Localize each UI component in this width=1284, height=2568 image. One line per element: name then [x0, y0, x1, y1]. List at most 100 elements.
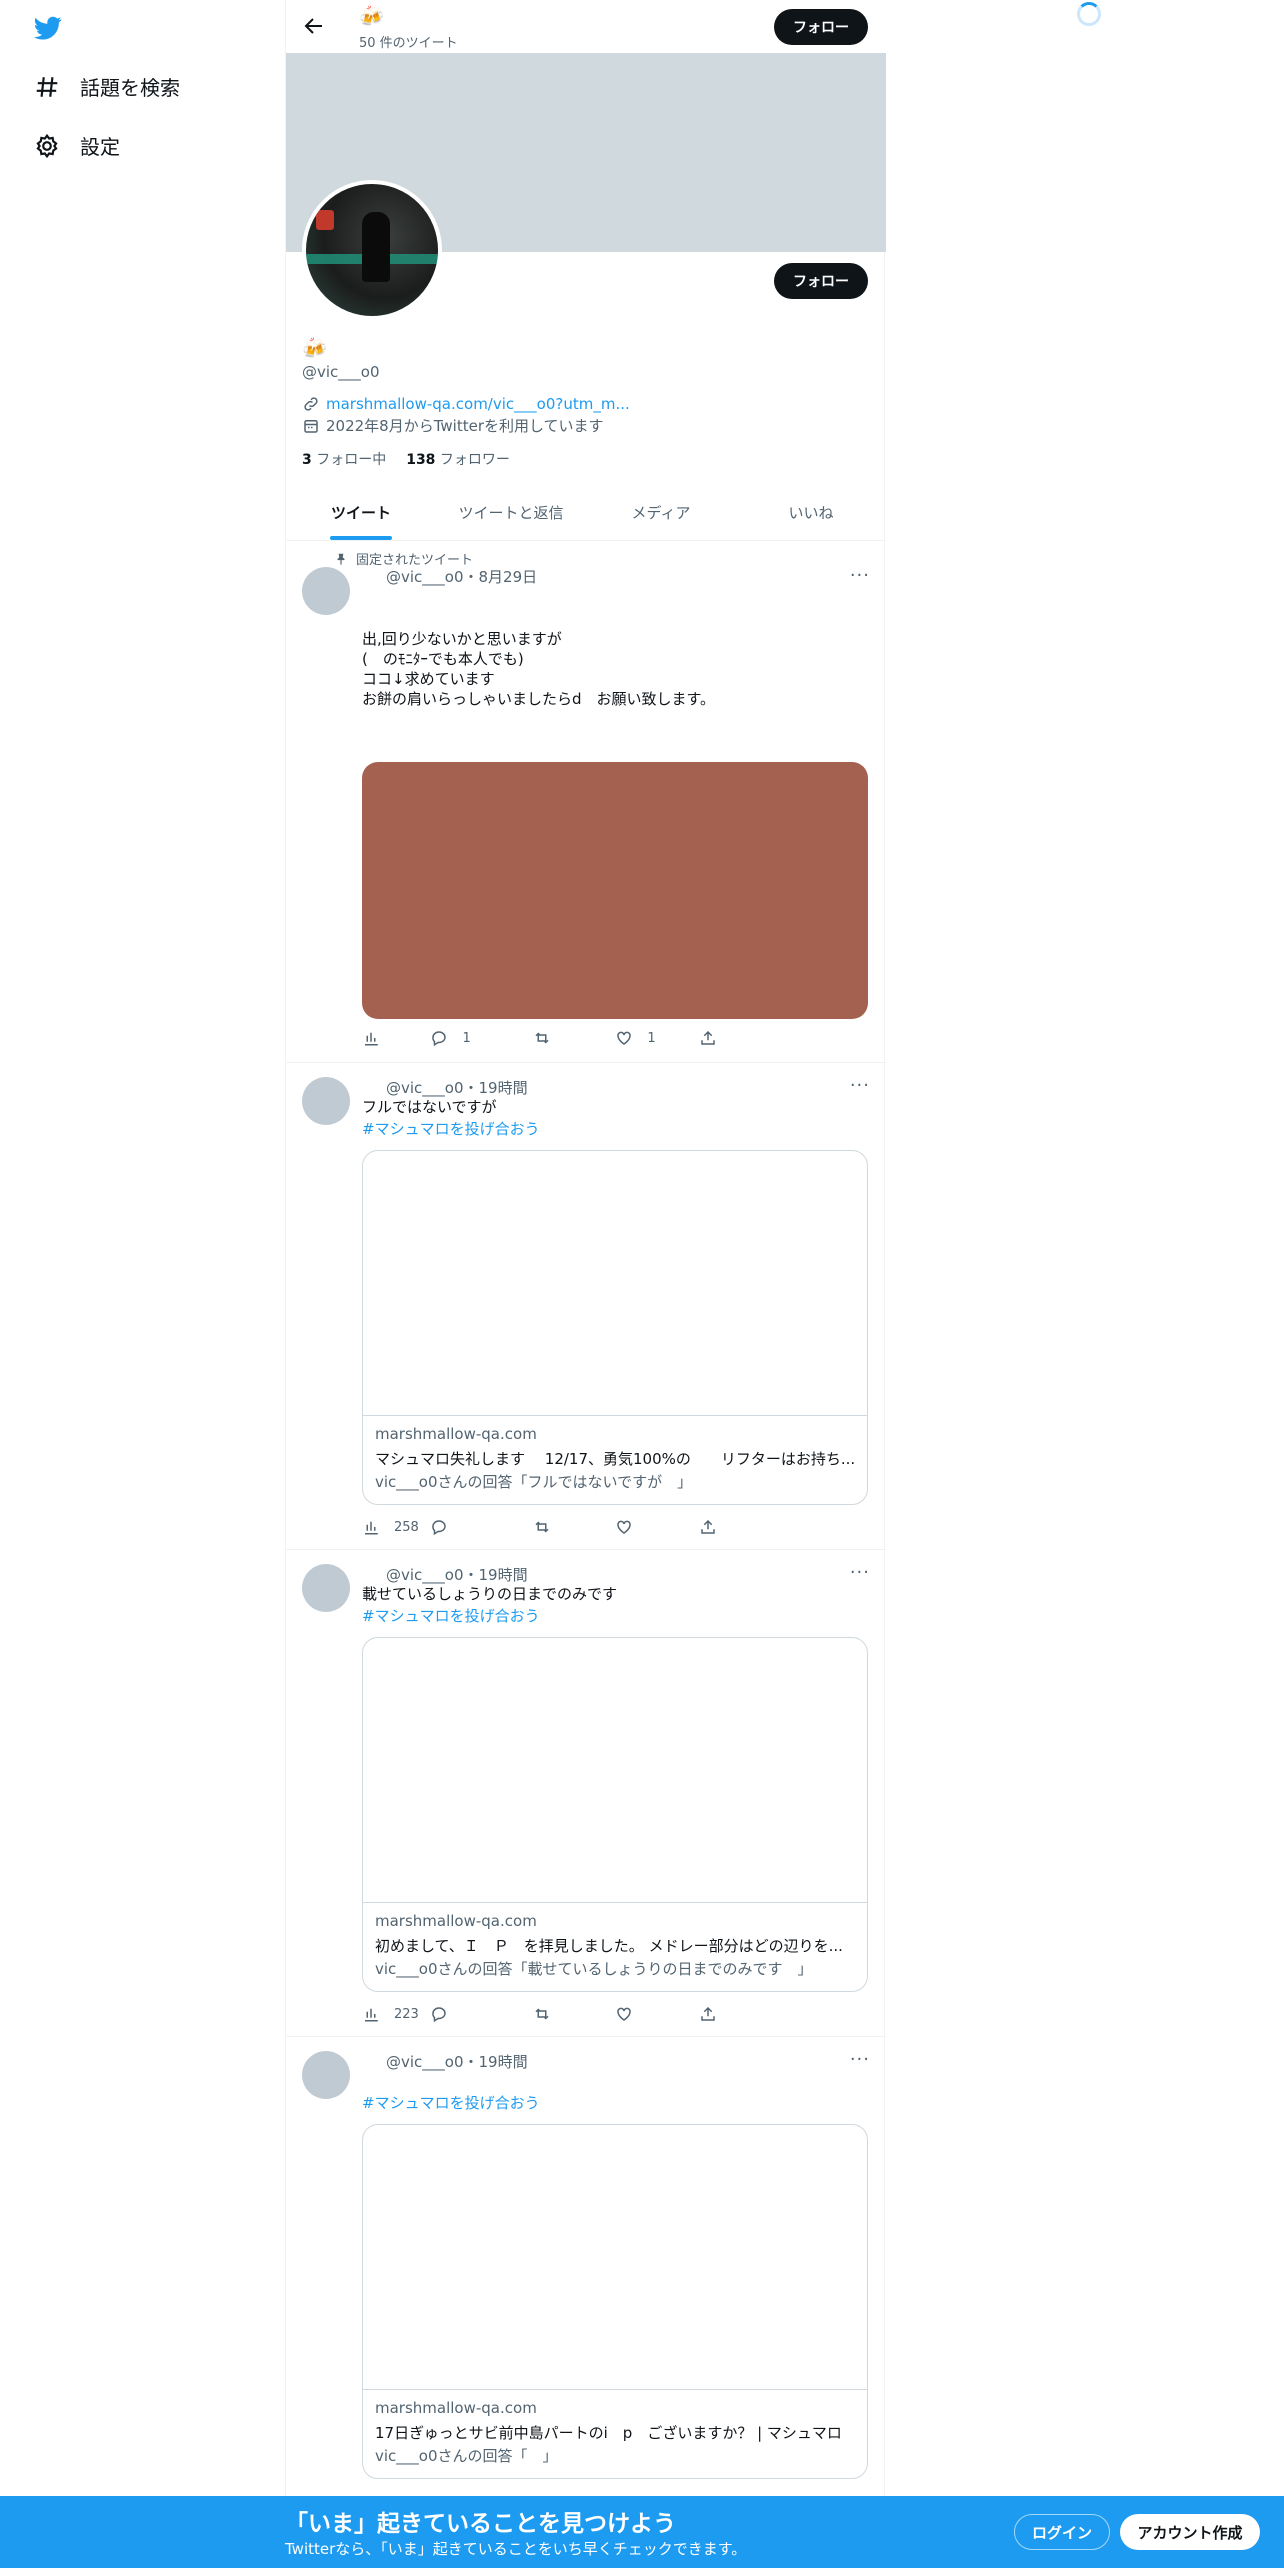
like-button[interactable]	[615, 1518, 699, 1536]
profile-website: marshmallow-qa.com/vic___o0?utm_m...	[302, 395, 630, 413]
more-icon[interactable]: ···	[850, 565, 870, 586]
twitter-logo-icon[interactable]	[32, 14, 64, 42]
heart-icon	[617, 2007, 632, 2021]
tweet-avatar[interactable]	[302, 1077, 350, 1125]
analytics-button[interactable]: 258	[362, 1518, 430, 1536]
tweet-media[interactable]	[362, 762, 868, 1019]
link-card[interactable]: marshmallow-qa.com 17日ぎゅっとサビ前中島パートのi p ご…	[362, 2124, 868, 2479]
link-icon	[304, 397, 318, 411]
link-card-domain: marshmallow-qa.com	[375, 1912, 537, 1930]
share-icon	[701, 1519, 716, 1534]
link-card-title: マシュマロ失礼します 12/17、勇気100%の リフターはお持ち...	[375, 1450, 856, 1468]
share-button[interactable]	[699, 1029, 802, 1047]
bar-chart-icon	[365, 1032, 378, 1046]
tweet-actions: 1 1	[362, 1029, 802, 1047]
tweet-4[interactable]: @vic___o0・19時間 ··· #マシュマロを投げ合おう marshmal…	[286, 2037, 886, 2507]
reply-icon	[432, 1031, 447, 1047]
reply-button[interactable]	[430, 2005, 533, 2023]
profile-display-name: 🍻	[302, 336, 327, 360]
tweet-2[interactable]: @vic___o0・19時間 ··· フルではないですが #マシュマロを投げ合お…	[286, 1063, 886, 1550]
gear-icon	[36, 133, 58, 158]
more-icon[interactable]: ···	[850, 1075, 870, 1096]
link-card-domain: marshmallow-qa.com	[375, 1425, 537, 1443]
link-card[interactable]: marshmallow-qa.com マシュマロ失礼します 12/17、勇気10…	[362, 1150, 868, 1505]
profile-header-bar: 🍻 50 件のツイート フォロー	[286, 0, 886, 53]
profile-joined-text: 2022年8月からTwitterを利用しています	[326, 417, 604, 435]
link-card-domain: marshmallow-qa.com	[375, 2399, 537, 2417]
profile-follow-button[interactable]: フォロー	[774, 263, 868, 299]
share-icon	[701, 2006, 716, 2021]
calendar-icon	[304, 419, 318, 433]
link-card-title: 17日ぎゅっとサビ前中島パートのi p ございますか？ | マシュマロ	[375, 2424, 842, 2442]
hashtag-icon	[36, 76, 58, 97]
tab-likes[interactable]: いいね	[736, 488, 886, 540]
create-account-button[interactable]: アカウント作成	[1120, 2514, 1260, 2550]
profile-column: 🍻 50 件のツイート フォロー フォロー 🍻 @vic___o0 marshm…	[285, 0, 886, 2568]
profile-handle: @vic___o0	[302, 363, 380, 381]
tweet-text: 出,回り少ないかと思いますが ( のﾓﾆﾀｰでも本人でも) ココ↓求めています …	[362, 630, 716, 708]
link-card-description: vic___o0さんの回答「載せているしょうりの日までのみです 」	[375, 1960, 813, 1978]
header-name-emoji: 🍻	[359, 4, 384, 28]
following-link[interactable]: 3 フォロー中	[302, 449, 386, 469]
retweet-button[interactable]	[533, 1518, 615, 1536]
more-icon[interactable]: ···	[850, 2049, 870, 2070]
link-card-image	[363, 1151, 867, 1416]
analytics-button[interactable]	[362, 1029, 430, 1047]
tweet-actions: 258	[362, 1518, 802, 1536]
like-button[interactable]: 1	[615, 1029, 699, 1047]
reply-button[interactable]	[430, 1518, 533, 1536]
share-button[interactable]	[699, 1518, 802, 1536]
login-button[interactable]: ログイン	[1014, 2514, 1110, 2550]
link-card-title: 初めまして、Ｉ Ｐ を拝見しました。 メドレー部分はどの辺りを...	[375, 1937, 843, 1955]
tweet-3[interactable]: @vic___o0・19時間 ··· 載せているしょうりの日までのみです #マシ…	[286, 1550, 886, 2037]
nav-settings[interactable]: 設定	[34, 131, 120, 160]
tweet-header: @vic___o0・19時間	[386, 1566, 528, 1584]
retweet-icon	[535, 1521, 549, 1533]
share-icon	[701, 1030, 716, 1045]
tweet-avatar[interactable]	[302, 567, 350, 615]
hashtag-link[interactable]: #マシュマロを投げ合おう	[362, 1118, 540, 1139]
more-icon[interactable]: ···	[850, 1562, 870, 1583]
heart-icon	[617, 1520, 632, 1534]
bar-chart-icon	[365, 1521, 378, 1535]
signup-banner-title: 「いま」起きていることを見つけよう	[285, 2511, 676, 2537]
profile-joined: 2022年8月からTwitterを利用しています	[302, 415, 604, 436]
tweet-avatar[interactable]	[302, 2051, 350, 2099]
signup-banner: 「いま」起きていることを見つけよう Twitterなら、「いま」起きていることを…	[0, 2496, 1284, 2568]
tweet-text: フルではないですが	[362, 1098, 497, 1116]
like-button[interactable]	[615, 2005, 699, 2023]
header-follow-button[interactable]: フォロー	[774, 9, 868, 45]
reply-button[interactable]: 1	[430, 1029, 533, 1047]
profile-website-link[interactable]: marshmallow-qa.com/vic___o0?utm_m...	[326, 395, 630, 413]
link-card-description: vic___o0さんの回答「 」	[375, 2447, 558, 2465]
tweet-text: 載せているしょうりの日までのみです	[362, 1585, 618, 1603]
tweet-actions: 223	[362, 2005, 802, 2023]
tweet-header: @vic___o0・8月29日	[386, 568, 538, 586]
signup-banner-subtitle: Twitterなら、「いま」起きていることをいち早くチェックできます。	[285, 2540, 747, 2558]
retweet-icon	[535, 2008, 549, 2020]
follow-stats: 3 フォロー中 138 フォロワー	[302, 449, 510, 469]
analytics-button[interactable]: 223	[362, 2005, 430, 2023]
reply-icon	[432, 2007, 447, 2023]
retweet-button[interactable]	[533, 2005, 615, 2023]
tab-tweets-replies[interactable]: ツイートと返信	[436, 488, 586, 540]
tweet-pinned[interactable]: 固定されたツイート @vic___o0・8月29日 ··· 出,回り少ないかと思…	[286, 541, 886, 1063]
link-card[interactable]: marshmallow-qa.com 初めまして、Ｉ Ｐ を拝見しました。 メド…	[362, 1637, 868, 1992]
profile-tabs: ツイート ツイートと返信 メディア いいね	[286, 488, 886, 541]
link-card-image	[363, 2125, 867, 2390]
link-card-image	[363, 1638, 867, 1903]
back-arrow-icon[interactable]	[302, 14, 326, 38]
followers-link[interactable]: 138 フォロワー	[406, 449, 510, 469]
profile-avatar[interactable]	[302, 180, 442, 320]
nav-explore[interactable]: 話題を検索	[34, 72, 180, 101]
tab-tweets[interactable]: ツイート	[286, 488, 436, 540]
share-button[interactable]	[699, 2005, 802, 2023]
hashtag-link[interactable]: #マシュマロを投げ合おう	[362, 2092, 540, 2113]
tweet-header: @vic___o0・19時間	[386, 1079, 528, 1097]
tweet-avatar[interactable]	[302, 1564, 350, 1612]
tab-media[interactable]: メディア	[586, 488, 736, 540]
reply-icon	[432, 1520, 447, 1536]
heart-icon	[617, 1031, 632, 1045]
hashtag-link[interactable]: #マシュマロを投げ合おう	[362, 1605, 540, 1626]
retweet-button[interactable]	[533, 1029, 615, 1047]
